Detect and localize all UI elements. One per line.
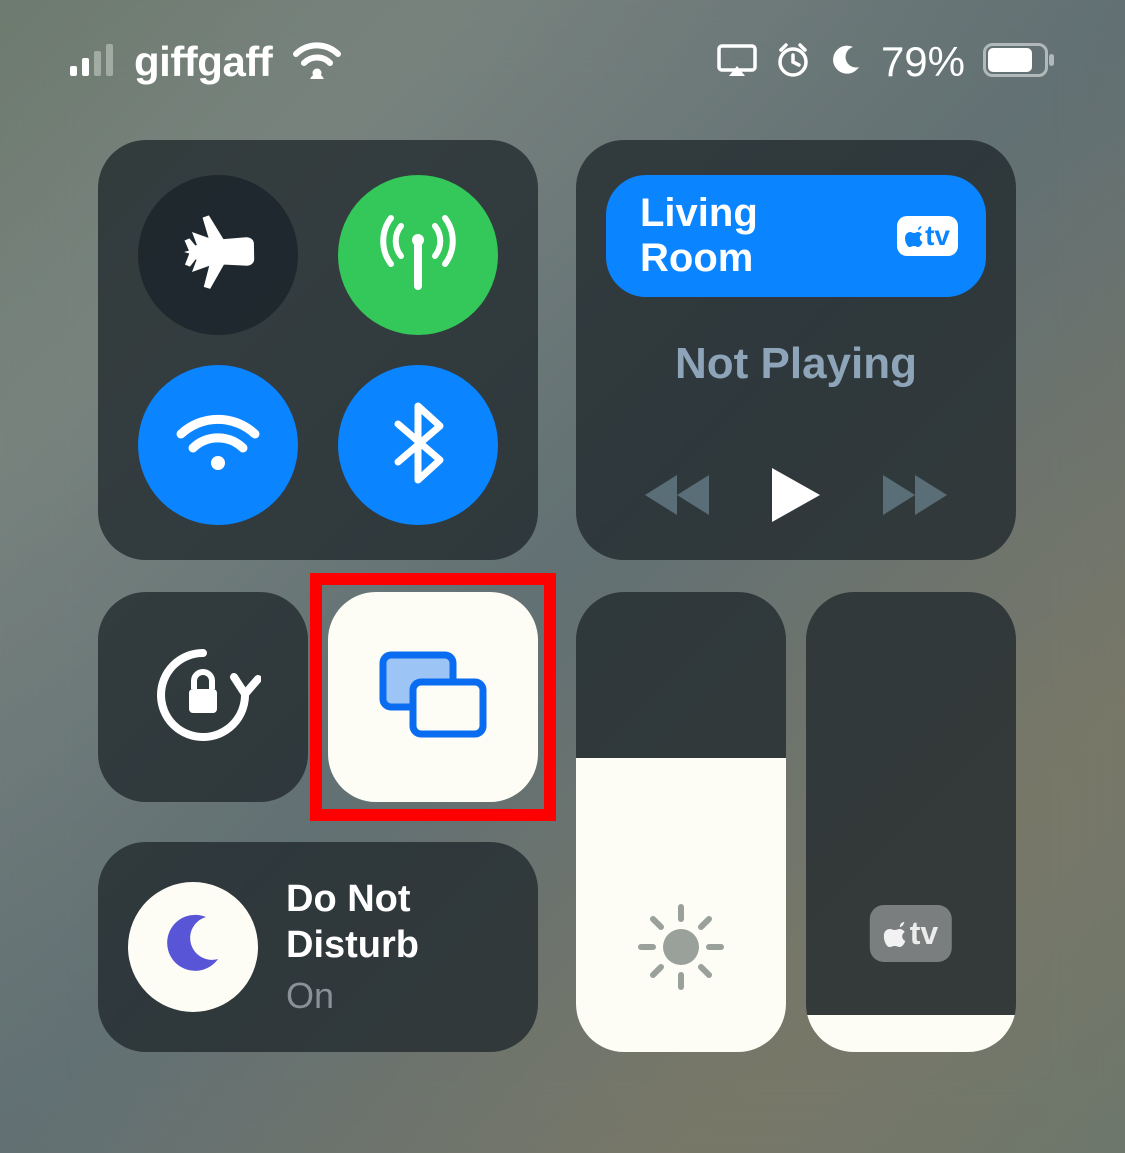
audio-output-label: Living Room — [640, 191, 879, 281]
cellular-data-button[interactable] — [338, 175, 498, 335]
wifi-icon — [292, 41, 342, 84]
previous-track-button[interactable] — [643, 471, 713, 524]
do-not-disturb-button[interactable]: Do Not Disturb On — [98, 842, 538, 1052]
brightness-slider[interactable] — [576, 592, 786, 1052]
alarm-icon — [775, 42, 811, 83]
media-panel: Living Room tv Not Playing — [576, 140, 1016, 560]
wifi-button[interactable] — [138, 365, 298, 525]
moon-icon — [156, 907, 231, 987]
bluetooth-icon — [388, 398, 448, 493]
carrier-label: giffgaff — [134, 38, 272, 86]
moon-icon — [829, 43, 863, 82]
orientation-lock-button[interactable] — [98, 592, 308, 802]
apple-tv-volume-icon: tv — [870, 905, 952, 962]
next-track-button[interactable] — [879, 471, 949, 524]
battery-icon — [983, 43, 1055, 82]
dnd-indicator — [128, 882, 258, 1012]
status-bar: giffgaff 79% — [0, 38, 1125, 86]
wifi-icon — [173, 408, 263, 483]
apple-tv-badge-icon: tv — [897, 216, 958, 256]
bluetooth-button[interactable] — [338, 365, 498, 525]
volume-slider[interactable]: tv — [806, 592, 1016, 1052]
dnd-title-line2: Disturb — [286, 923, 419, 969]
orientation-lock-icon — [146, 637, 261, 757]
cellular-icon — [70, 44, 114, 81]
annotation-highlight-box — [310, 573, 556, 821]
volume-fill — [806, 1015, 1016, 1052]
dnd-title-line1: Do Not — [286, 877, 419, 923]
play-button[interactable] — [768, 464, 824, 531]
antenna-icon — [373, 208, 463, 303]
media-status-label: Not Playing — [675, 339, 917, 389]
connectivity-panel — [98, 140, 538, 560]
dnd-state: On — [286, 975, 419, 1017]
battery-percent: 79% — [881, 38, 965, 86]
airplane-mode-button[interactable] — [138, 175, 298, 335]
dnd-text: Do Not Disturb On — [286, 877, 419, 1016]
airplane-icon — [176, 210, 261, 300]
airplay-status-icon — [717, 44, 757, 81]
audio-output-pill[interactable]: Living Room tv — [606, 175, 986, 297]
sun-icon — [631, 897, 731, 1002]
